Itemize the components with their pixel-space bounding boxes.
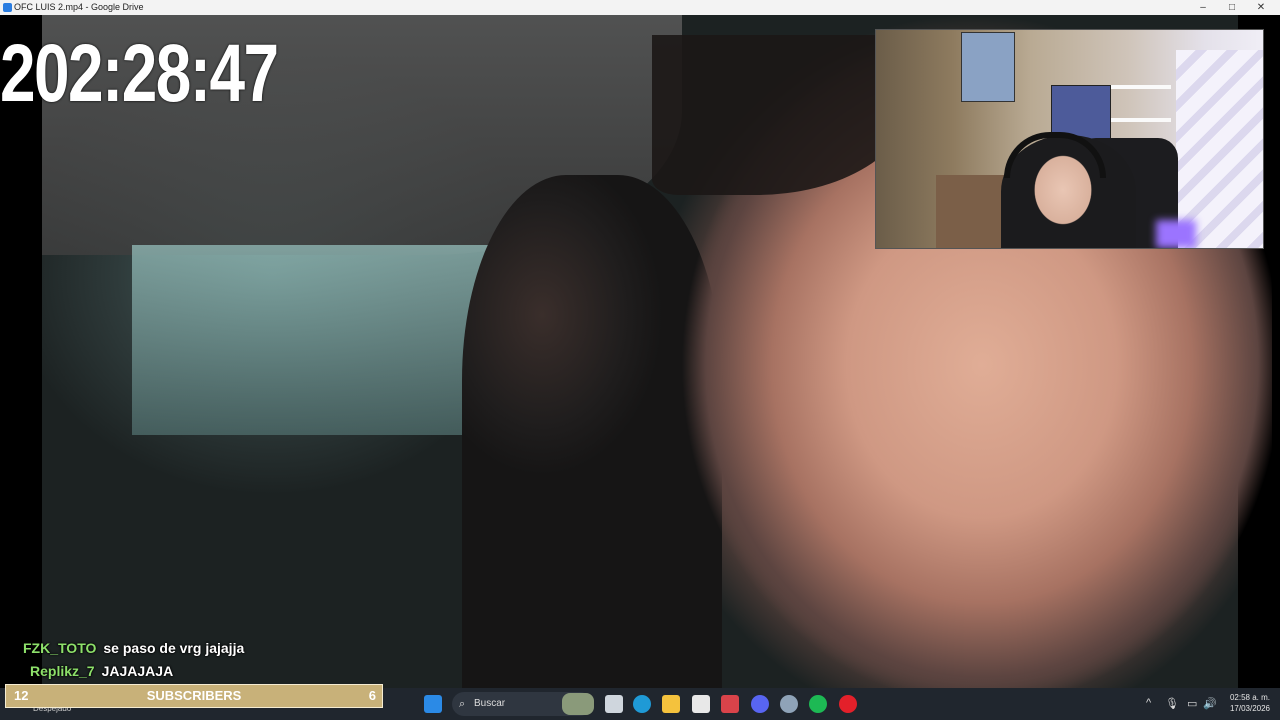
close-button[interactable]: ✕ bbox=[1246, 0, 1276, 15]
search-icon: ⌕ bbox=[459, 698, 466, 710]
chat-text: se paso de vrg jajajja bbox=[103, 640, 245, 656]
subscriber-goal: 6 bbox=[368, 688, 376, 703]
tray-chevron-icon[interactable]: ^ bbox=[1146, 697, 1151, 709]
chat-username: FZK_TOTO bbox=[23, 640, 97, 656]
stream-timer: 202:28:47 bbox=[0, 28, 279, 119]
wall-shelf bbox=[1111, 85, 1171, 89]
opera-icon[interactable] bbox=[839, 695, 857, 713]
file-explorer-icon[interactable] bbox=[662, 695, 680, 713]
window-title: OFC LUIS 2.mp4 - Google Drive bbox=[14, 2, 144, 12]
wall-panel bbox=[1176, 50, 1263, 248]
subscriber-goal-bar: 12 SUBSCRIBERS 6 bbox=[5, 684, 383, 708]
video-player[interactable]: 202:28:47 bbox=[0, 15, 1280, 688]
chat-message: Replikz_7 JAJAJAJA bbox=[30, 663, 173, 679]
chat-username: Replikz_7 bbox=[30, 663, 95, 679]
led-light bbox=[1156, 220, 1196, 248]
volume-icon[interactable]: 🔊 bbox=[1203, 697, 1217, 710]
subscriber-label: SUBSCRIBERS bbox=[146, 688, 242, 703]
car-window bbox=[132, 245, 492, 435]
store-icon[interactable] bbox=[692, 695, 710, 713]
start-icon[interactable] bbox=[424, 695, 442, 713]
taskbar-clock[interactable]: 02:58 a. m. 17/03/2026 bbox=[1222, 692, 1270, 714]
task-view-icon[interactable] bbox=[605, 695, 623, 713]
window-title-bar: OFC LUIS 2.mp4 - Google Drive – □ ✕ bbox=[0, 0, 1280, 15]
discord-icon[interactable] bbox=[751, 695, 769, 713]
widget-icon[interactable] bbox=[562, 693, 594, 715]
edge-icon[interactable] bbox=[633, 695, 651, 713]
microphone-icon[interactable]: 🎙 bbox=[1165, 697, 1179, 710]
clock-date: 17/03/2026 bbox=[1229, 704, 1270, 713]
chat-text: JAJAJAJA bbox=[101, 663, 174, 679]
minimize-button[interactable]: – bbox=[1188, 0, 1218, 15]
drive-app-icon bbox=[3, 3, 12, 12]
app-icon[interactable] bbox=[721, 695, 739, 713]
search-placeholder: Buscar bbox=[474, 698, 506, 709]
spotify-icon[interactable] bbox=[809, 695, 827, 713]
clock-time: 02:58 a. m. bbox=[1229, 693, 1270, 702]
chat-message: FZK_TOTO se paso de vrg jajajja bbox=[23, 640, 244, 656]
monitor-icon[interactable]: ▭ bbox=[1187, 697, 1197, 710]
chrome-icon[interactable] bbox=[780, 695, 798, 713]
webcam-overlay bbox=[875, 29, 1264, 249]
face-hair bbox=[652, 35, 912, 195]
wall-shelf bbox=[1111, 118, 1171, 122]
maximize-button[interactable]: □ bbox=[1217, 0, 1247, 15]
wall-poster bbox=[961, 32, 1015, 102]
